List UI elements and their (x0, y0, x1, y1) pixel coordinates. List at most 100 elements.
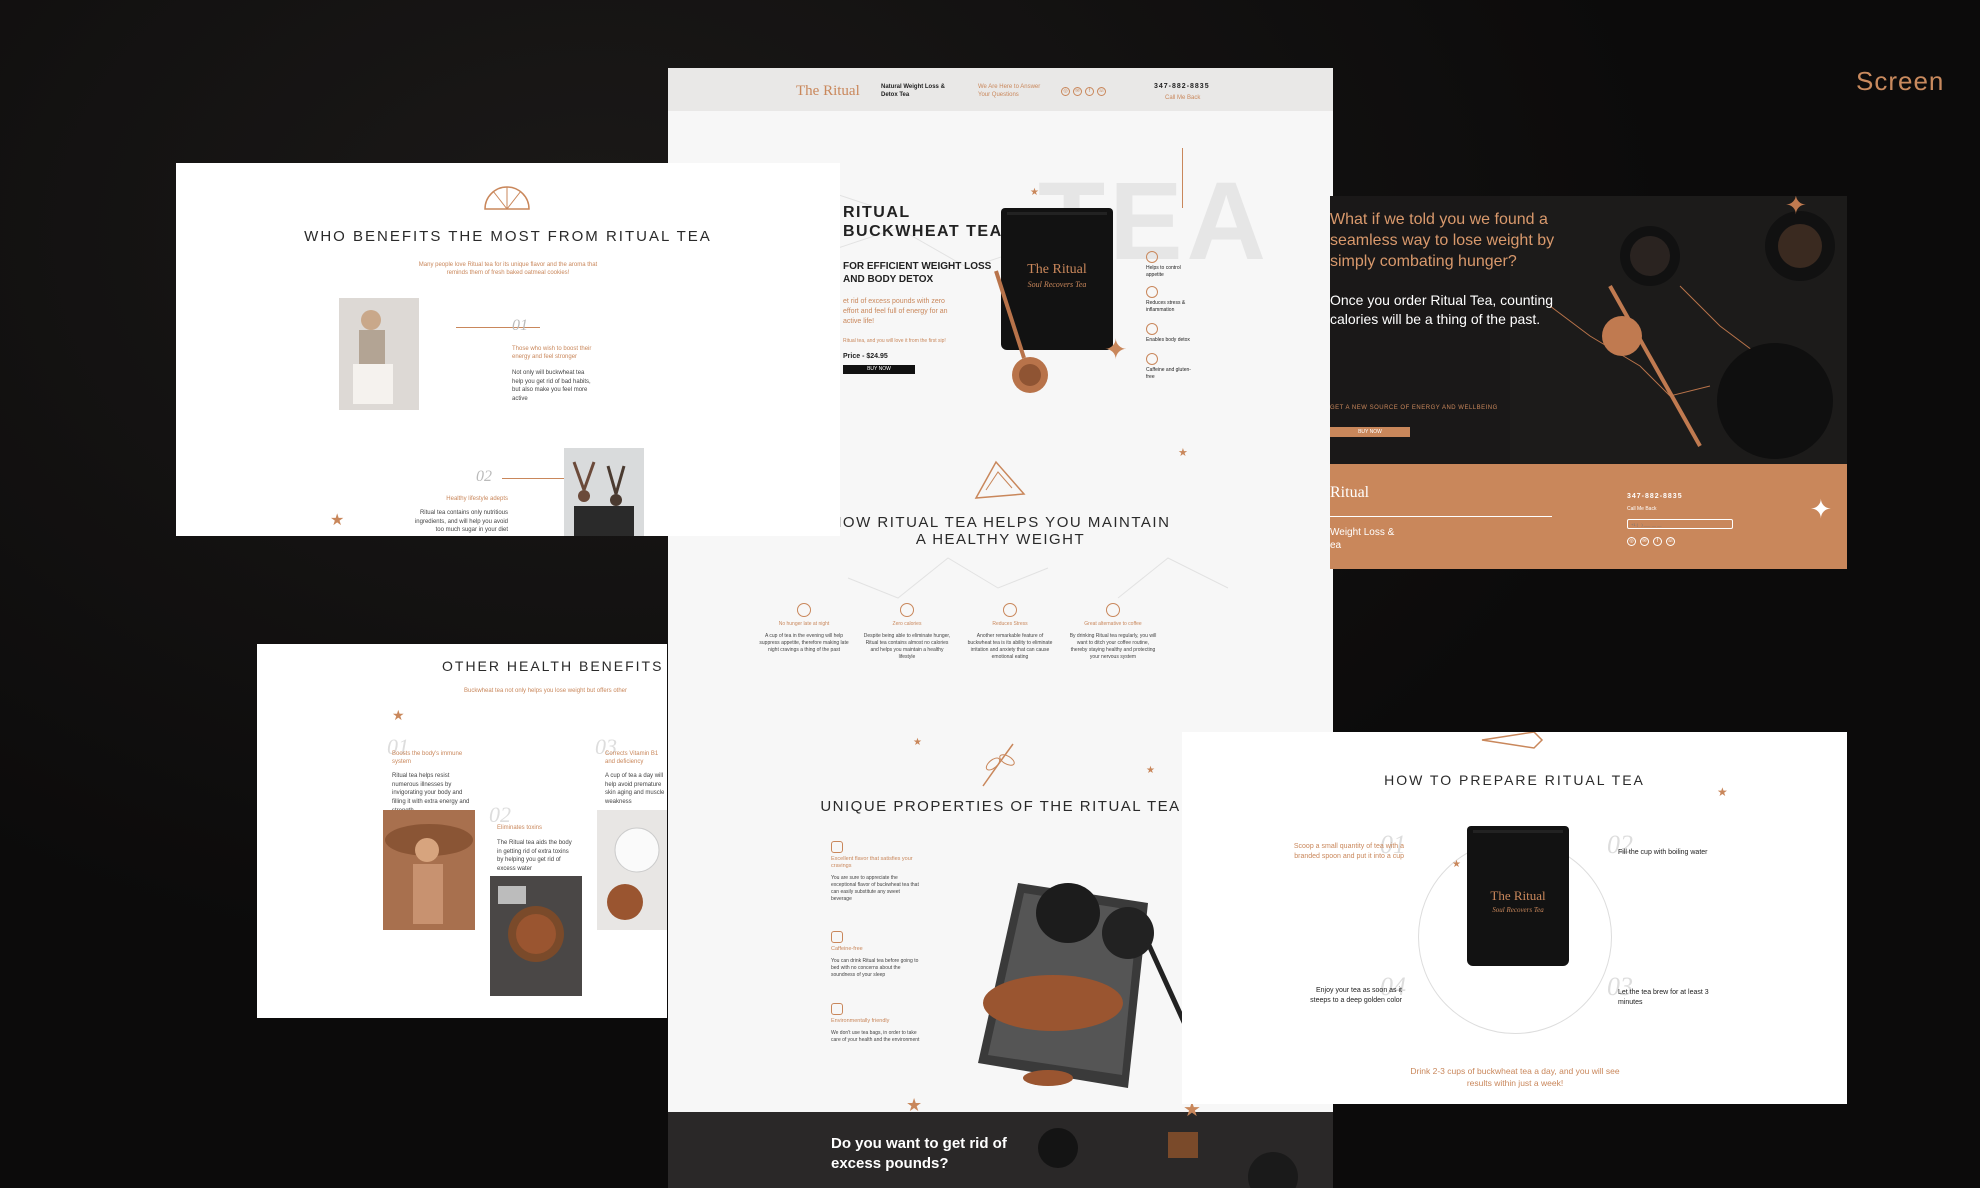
property-desc: You are sure to appreciate the exception… (831, 875, 919, 903)
bag-subbrand: Soul Recovers Tea (1492, 906, 1544, 914)
hero-title: RITUAL BUCKWHEAT TEA (843, 203, 1003, 241)
footer-phone[interactable]: 347-882-8835 (1627, 493, 1683, 500)
star-icon: ★ (913, 737, 922, 748)
star-icon: ✦ (1810, 494, 1832, 524)
woman-portrait-photo (339, 298, 419, 410)
email-icon[interactable]: ✉ (1640, 537, 1649, 546)
tea-cup-image (1248, 1152, 1298, 1188)
hero-note: Ritual tea, and you will love it from th… (843, 338, 946, 344)
promo-footer: Ritual Weight Loss & ea 347-882-8835 Cal… (1330, 464, 1847, 569)
other-item-desc: Ritual tea helps resist numerous illness… (392, 773, 470, 814)
hero-divider (1182, 148, 1183, 208)
hero-title-line2: BUCKWHEAT TEA (843, 223, 1003, 241)
hero-description: et rid of excess pounds with zero effort… (843, 298, 948, 325)
leaf-branch-icon (982, 743, 1015, 787)
facebook-icon[interactable]: f (1653, 537, 1662, 546)
woman-hat-photo (383, 810, 475, 930)
hero-subtitle-line1: FOR EFFICIENT WEIGHT LOSS (843, 261, 992, 272)
moon-icon (797, 603, 811, 617)
star-icon: ✦ (1104, 334, 1128, 365)
instagram-icon[interactable]: ◎ (1061, 87, 1070, 96)
feature-item: Caffeine and gluten-free (1146, 353, 1196, 380)
promo-small-caps: GET A NEW SOURCE OF ENERGY AND WELLBEING (1330, 405, 1498, 411)
other-title: OTHER HEALTH BENEFITS OF R (442, 658, 667, 674)
step-number: 01 (512, 317, 528, 334)
help-item-desc: A cup of tea in the evening will help su… (759, 633, 849, 653)
help-item-title: No hunger late at night (778, 621, 830, 627)
footer-logo[interactable]: Ritual (1330, 484, 1369, 502)
feature-label: Caffeine and gluten-free (1146, 367, 1191, 380)
other-benefits-card: OTHER HEALTH BENEFITS OF R Buckwheat tea… (257, 644, 667, 1018)
hero-title-line1: RITUAL (843, 204, 911, 221)
yoga-class-photo (564, 448, 644, 536)
tea-cup-image (1038, 1128, 1078, 1168)
tea-spoon-icon (1481, 732, 1544, 749)
prep-step-text: Fill the cup with boiling water (1618, 849, 1708, 856)
prep-step-text: Let the tea brew for at least 3 minutes (1618, 989, 1709, 1007)
whatsapp-icon[interactable]: ☏ (1666, 537, 1675, 546)
sugar-cube-image (1168, 1132, 1198, 1158)
prep-step-text: Scoop a small quantity of tea with a bra… (1293, 843, 1404, 860)
whatsapp-icon[interactable]: ☏ (1097, 87, 1106, 96)
hero-subtitle: FOR EFFICIENT WEIGHT LOSS AND BODY DETOX (843, 260, 991, 286)
step-number: 02 (476, 468, 492, 485)
site-header: The Ritual Natural Weight Loss & Detox T… (668, 68, 1333, 111)
feature-label: Enables body detox (1146, 337, 1190, 343)
dark-promo-card: ✦ What if we told you we found a seamles… (1330, 196, 1847, 569)
other-item-title: Boosts the body's immune system (392, 751, 463, 766)
promo-body: Once you order Ritual Tea, counting calo… (1330, 292, 1554, 327)
social-icons: ◎ ✉ f ☏ (1061, 87, 1106, 96)
help-item-title: Zero calories (892, 621, 922, 627)
star-icon: ★ (1717, 785, 1728, 799)
site-logo[interactable]: The Ritual (796, 83, 860, 100)
star-icon: ★ (1452, 859, 1461, 870)
help-item-title: Reduces Stress (992, 621, 1028, 627)
tea-bowl-photo (490, 876, 582, 996)
who-item-desc: Not only will buckwheat tea help you get… (512, 370, 591, 403)
feature-item: Enables body detox (1146, 323, 1196, 344)
help-item-desc: Another remarkable feature of buckwheat … (967, 633, 1053, 660)
brain-icon (1003, 603, 1017, 617)
social-icons: ◎ ✉ f ☏ (1627, 537, 1675, 546)
property-item: Environmentally friendly We don't use tea… (831, 1003, 921, 1044)
buy-now-button[interactable]: BUY NOW (1330, 427, 1410, 437)
teapot-photo (597, 810, 667, 930)
property-title: Environmentally friendly (831, 1018, 890, 1024)
star-icon: ★ (1146, 765, 1155, 776)
help-item-desc: Despite being able to eliminate hunger, … (863, 633, 951, 660)
phone-input[interactable] (1627, 519, 1733, 529)
header-phone[interactable]: 347-882-8835 (1154, 83, 1210, 90)
header-help-text: We Are Here to Answer Your Questions (978, 84, 1041, 99)
footer-tagline: Weight Loss & ea (1330, 526, 1394, 552)
prep-footer: Drink 2-3 cups of buckwheat tea a day, a… (1410, 1066, 1620, 1088)
prep-step-text: Enjoy your tea as soon as it steeps to a… (1310, 987, 1402, 1005)
facebook-icon[interactable]: f (1085, 87, 1094, 96)
bag-brand: The Ritual (1490, 888, 1546, 903)
prepare-card: HOW TO PREPARE RITUAL TEA ★ The Ritual S… (1182, 732, 1847, 1104)
feature-item: Reduces stress & inflammation (1146, 286, 1196, 313)
property-title: Excellent flavor that satisfies your cra… (831, 856, 913, 870)
flavor-icon (831, 841, 843, 853)
hero-subtitle-line2: AND BODY DETOX (843, 274, 934, 285)
who-item-desc: Ritual tea contains only nutritious ingr… (414, 510, 508, 534)
header-tagline: Natural Weight Loss & Detox Tea (881, 84, 945, 99)
property-item: Excellent flavor that satisfies your cra… (831, 841, 921, 903)
buy-now-button[interactable]: BUY NOW (843, 365, 915, 374)
promo-headline: What if we told you we found a seamless … (1330, 211, 1555, 270)
other-item-title: Corrects Vitamin B1 and deficiency (605, 751, 659, 766)
call-back-link[interactable]: Call Me Back (1165, 95, 1200, 101)
feature-label: Helps to control appetite (1146, 265, 1181, 278)
star-icon: ★ (1030, 187, 1039, 198)
prep-title: HOW TO PREPARE RITUAL TEA (1384, 772, 1645, 788)
instagram-icon[interactable]: ◎ (1627, 537, 1636, 546)
tea-leaf-pile-icon (974, 460, 1026, 499)
other-intro: Buckwheat tea not only helps you lose we… (464, 688, 627, 694)
email-icon[interactable]: ✉ (1073, 87, 1082, 96)
feature-item: Helps to control appetite (1146, 251, 1196, 278)
who-item-title: Healthy lifestyle adepts (446, 496, 508, 502)
appetite-icon (1146, 251, 1158, 263)
call-back-link[interactable]: Call Me Back (1627, 506, 1656, 512)
cta-question: Do you want to get rid of excess pounds? (831, 1135, 1007, 1172)
star-icon: ★ (330, 512, 345, 529)
who-item-title: Those who wish to boost their energy and… (512, 346, 592, 361)
